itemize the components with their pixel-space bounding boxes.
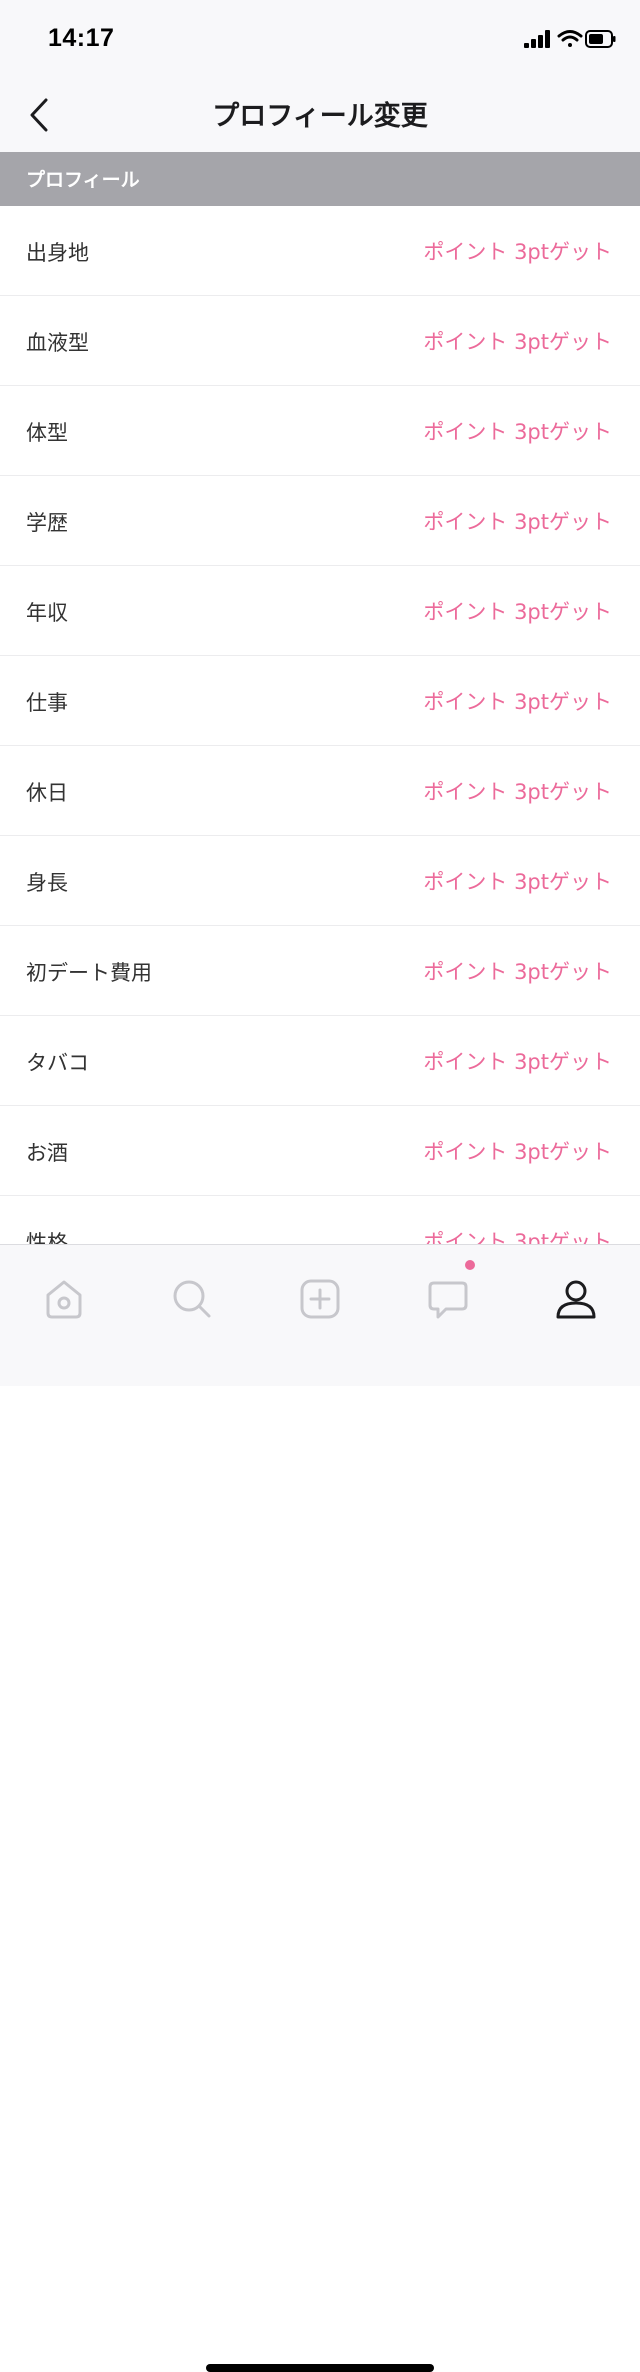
home-icon [46,1280,82,1319]
profile-row-blood-type[interactable]: 血液型 ポイント 3ptゲット [0,296,640,386]
chat-icon [428,1281,468,1319]
row-label: 休日 [26,781,68,805]
status-icons [524,28,616,52]
row-label: タバコ [26,1051,89,1075]
row-reward: ポイント 3ptゲット [423,600,612,624]
battery-icon [585,30,616,48]
search-icon [173,1280,211,1318]
tab-bar [0,1244,640,2372]
row-reward: ポイント 3ptゲット [423,1230,612,1244]
row-reward: ポイント 3ptゲット [423,690,612,714]
row-reward: ポイント 3ptゲット [423,240,612,264]
notification-badge [465,1260,475,1270]
add-icon [300,1279,340,1319]
signal-icon [524,30,550,48]
profile-row-holiday[interactable]: 休日 ポイント 3ptゲット [0,746,640,836]
section-title: プロフィール [26,169,140,191]
profile-item-list[interactable]: 出身地 ポイント 3ptゲット 血液型 ポイント 3ptゲット 体型 ポイント … [0,206,640,1244]
page-title: プロフィール変更 [212,101,428,132]
row-label: 血液型 [26,331,89,355]
profile-row-education[interactable]: 学歴 ポイント 3ptゲット [0,476,640,566]
row-label: 身長 [26,871,68,895]
tab-home[interactable] [24,1269,104,1329]
row-label: 仕事 [26,691,68,715]
navigation-bar: プロフィール変更 [0,80,640,152]
profile-row-income[interactable]: 年収 ポイント 3ptゲット [0,566,640,656]
row-label: 学歴 [26,511,68,535]
profile-icon [556,1280,596,1319]
row-reward: ポイント 3ptゲット [423,960,612,984]
profile-row-personality[interactable]: 性格 ポイント 3ptゲット [0,1196,640,1244]
profile-row-body-type[interactable]: 体型 ポイント 3ptゲット [0,386,640,476]
row-reward: ポイント 3ptゲット [423,780,612,804]
wifi-icon [557,30,583,47]
row-reward: ポイント 3ptゲット [423,1050,612,1074]
status-time: 14:17 [48,24,115,52]
tab-post[interactable] [280,1269,360,1329]
row-label: お酒 [26,1141,68,1165]
profile-row-smoking[interactable]: タバコ ポイント 3ptゲット [0,1016,640,1106]
profile-row-job[interactable]: 仕事 ポイント 3ptゲット [0,656,640,746]
tab-search[interactable] [152,1269,232,1329]
profile-row-height[interactable]: 身長 ポイント 3ptゲット [0,836,640,926]
row-reward: ポイント 3ptゲット [423,1140,612,1164]
home-indicator [206,2364,434,2372]
row-label: 年収 [26,601,68,625]
profile-row-first-date-cost[interactable]: 初デート費用 ポイント 3ptゲット [0,926,640,1016]
row-label: 性格 [26,1231,68,1244]
tab-profile[interactable] [536,1269,616,1329]
row-label: 初デート費用 [26,961,152,985]
row-reward: ポイント 3ptゲット [423,330,612,354]
section-header: プロフィール [0,152,640,206]
row-label: 体型 [26,421,68,445]
tab-messages[interactable] [408,1269,488,1329]
profile-row-alcohol[interactable]: お酒 ポイント 3ptゲット [0,1106,640,1196]
row-reward: ポイント 3ptゲット [423,870,612,894]
row-reward: ポイント 3ptゲット [423,420,612,444]
row-reward: ポイント 3ptゲット [423,510,612,534]
profile-row-birthplace[interactable]: 出身地 ポイント 3ptゲット [0,206,640,296]
status-bar: 14:17 [0,0,640,80]
row-label: 出身地 [26,241,89,265]
